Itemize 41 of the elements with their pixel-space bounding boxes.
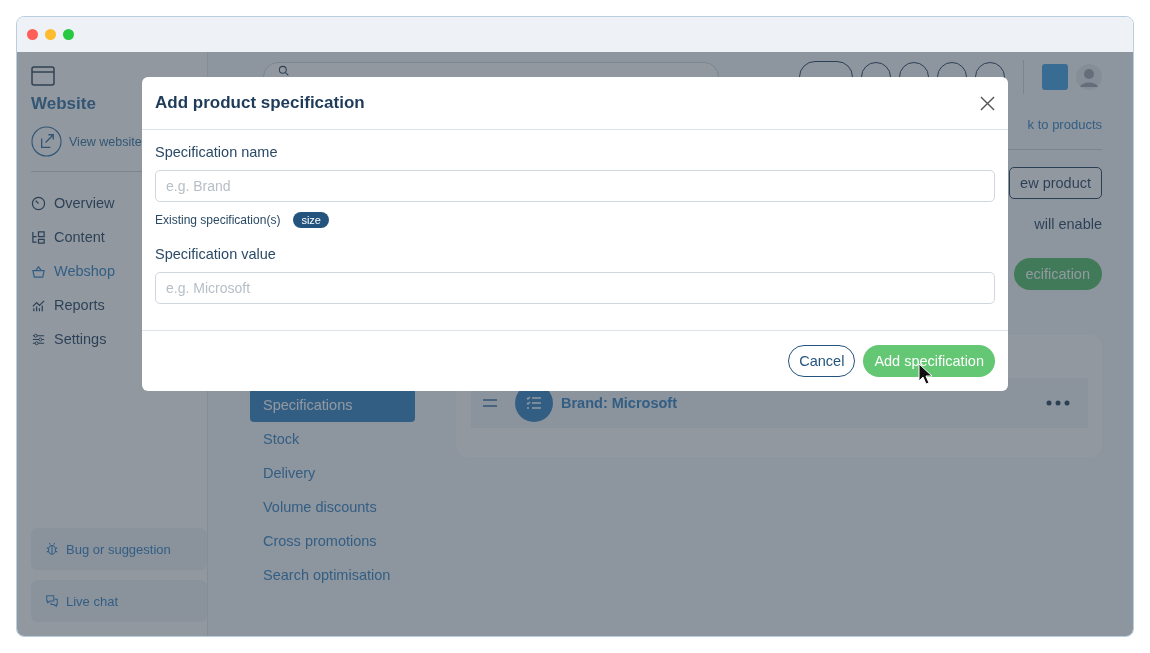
close-control[interactable] bbox=[27, 29, 38, 40]
field-label: Specification name bbox=[155, 144, 279, 162]
product-tab[interactable]: Search optimisation bbox=[250, 558, 415, 592]
product-tab[interactable]: Delivery bbox=[250, 456, 415, 490]
sliders-icon bbox=[31, 331, 46, 347]
chat-icon bbox=[45, 594, 59, 608]
input-field[interactable]: e.g. Microsoft bbox=[155, 272, 995, 304]
maximize-control[interactable] bbox=[63, 29, 74, 40]
sitemap-icon bbox=[31, 229, 46, 245]
external-link-icon bbox=[31, 126, 62, 157]
product-tab[interactable]: Cross promotions bbox=[250, 524, 415, 558]
tag[interactable]: size bbox=[293, 212, 329, 228]
product-tab[interactable]: Volume discounts bbox=[250, 490, 415, 524]
browser-window-icon bbox=[31, 66, 55, 86]
support-button[interactable]: Bug or suggestion bbox=[31, 528, 207, 570]
cancel-button[interactable]: Cancel bbox=[788, 345, 856, 377]
avatar-icon bbox=[1076, 64, 1102, 90]
basket-icon bbox=[31, 263, 46, 279]
drag-handle-icon[interactable] bbox=[483, 399, 497, 407]
input-field[interactable]: e.g. Brand bbox=[155, 170, 995, 202]
minimize-control[interactable] bbox=[45, 29, 56, 40]
view-website-link[interactable]: View website bbox=[69, 134, 142, 149]
nav-item[interactable]: Settings bbox=[31, 322, 207, 356]
bug-icon bbox=[45, 542, 59, 556]
field-label: Specification value bbox=[155, 246, 277, 264]
back-link[interactable]: k to products bbox=[1027, 117, 1102, 132]
product-tab[interactable]: Stock bbox=[250, 422, 415, 456]
dialog-title: Add product specification bbox=[155, 93, 365, 113]
search-icon bbox=[278, 65, 289, 76]
note-text: will enable bbox=[1034, 216, 1102, 232]
new-product-button[interactable]: ew product bbox=[1009, 167, 1102, 199]
more-icon[interactable] bbox=[1046, 400, 1070, 406]
logo-icon bbox=[1042, 64, 1068, 90]
support-button[interactable]: Live chat bbox=[31, 580, 207, 622]
specification-title: Brand: Microsoft bbox=[561, 395, 678, 411]
site-title: Website bbox=[31, 94, 96, 114]
existing-label: Existing specification(s) bbox=[155, 213, 281, 227]
add-specification-button[interactable]: ecification bbox=[1013, 258, 1102, 290]
close-icon[interactable] bbox=[980, 95, 995, 111]
gauge-icon bbox=[31, 195, 46, 211]
add-specification-button[interactable]: Add specification bbox=[863, 345, 995, 377]
